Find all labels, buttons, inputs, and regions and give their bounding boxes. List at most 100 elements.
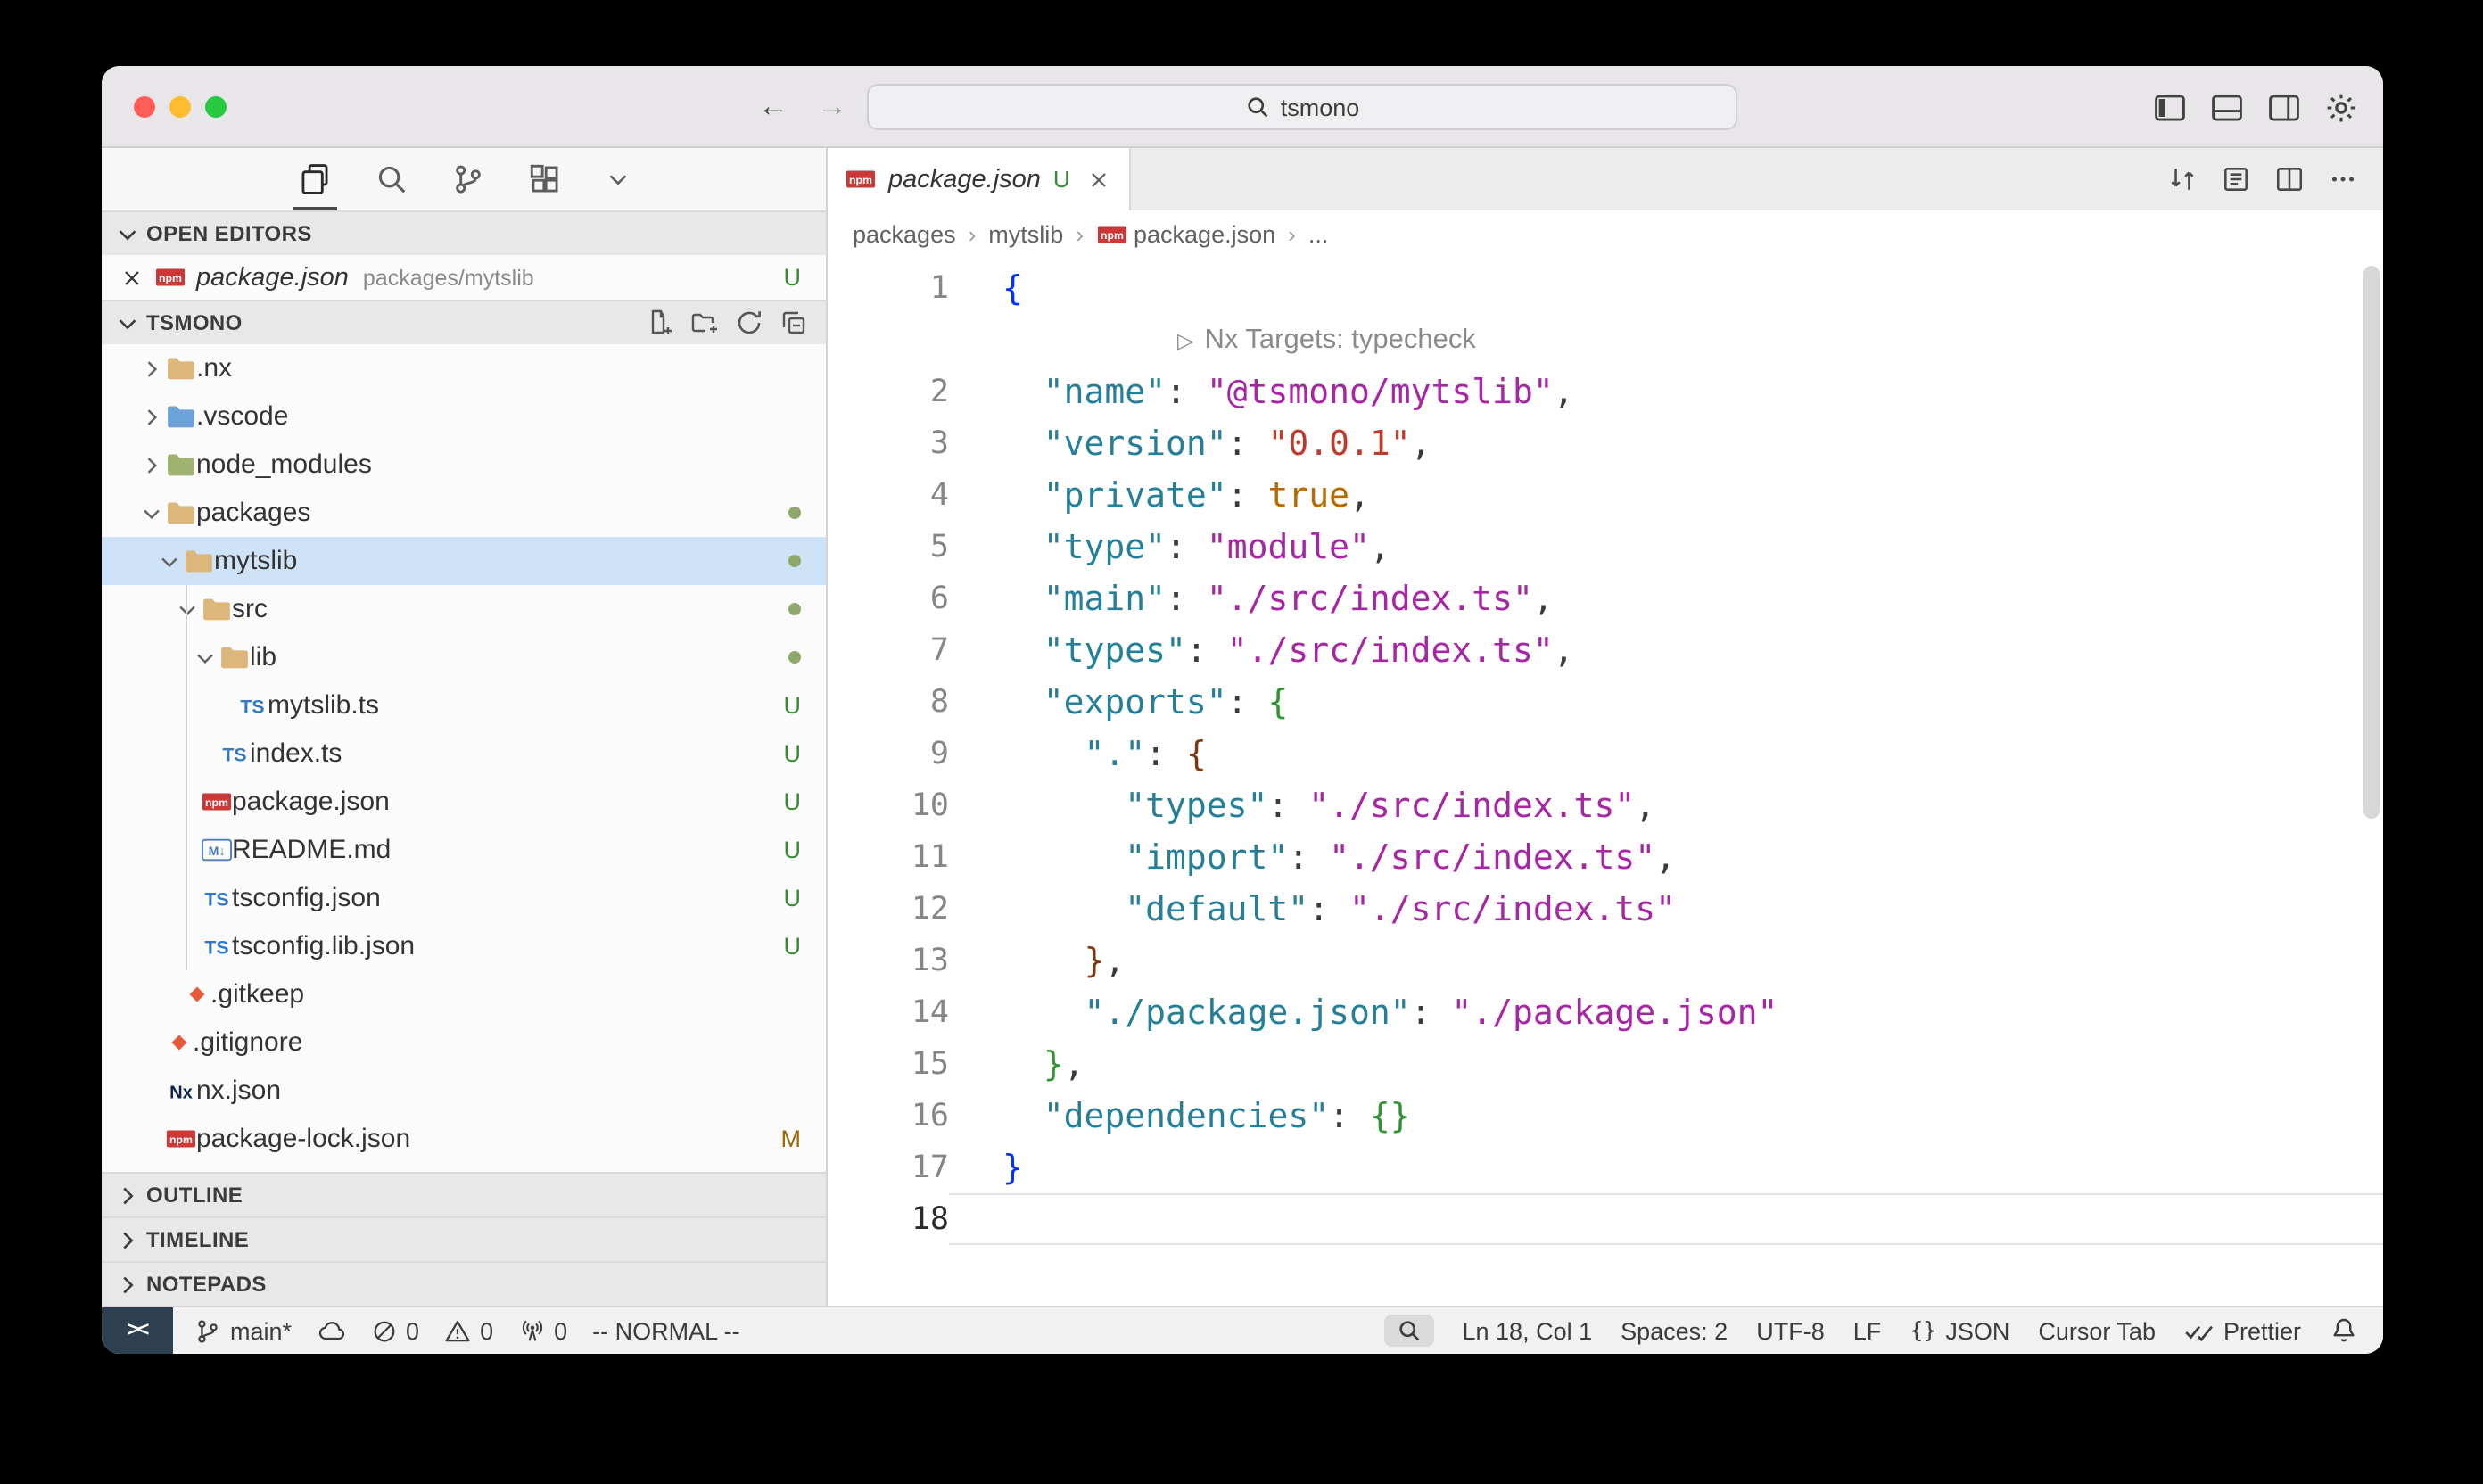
branch-status[interactable]: main* <box>194 1317 292 1344</box>
tree-item-package-lock.json[interactable]: npmpackage-lock.jsonM <box>102 1115 826 1163</box>
tree-item-src[interactable]: src <box>102 585 826 633</box>
close-tab-icon[interactable] <box>1086 167 1111 192</box>
chevron-expanded-icon[interactable] <box>137 500 166 525</box>
errors[interactable]: 0 <box>370 1317 419 1344</box>
editor-search[interactable] <box>1384 1315 1434 1347</box>
tree-item-.gitignore[interactable]: .gitignore <box>102 1018 826 1067</box>
formatter[interactable]: Prettier <box>2184 1315 2301 1346</box>
tab-package-json[interactable]: npm package.json U <box>828 148 1131 210</box>
refresh-icon[interactable] <box>735 309 763 337</box>
chevron-collapsed-icon[interactable] <box>137 404 166 429</box>
folder-icon <box>219 644 250 671</box>
code-line-12[interactable]: 12 "default": "./src/index.ts" <box>828 883 2383 935</box>
code-line-16[interactable]: 16 "dependencies": {} <box>828 1090 2383 1142</box>
code-line-2[interactable]: 2 "name": "@tsmono/mytslib", <box>828 366 2383 417</box>
new-file-icon[interactable] <box>646 309 674 337</box>
code-lens-nx-targets[interactable]: ▷Nx Targets: typecheck <box>1177 314 1476 366</box>
tree-item-mytslib.ts[interactable]: TSmytslib.tsU <box>102 681 826 730</box>
notifications[interactable] <box>2330 1316 2358 1345</box>
navigate-forward-icon[interactable]: → <box>817 86 847 127</box>
search-icon[interactable] <box>374 148 408 210</box>
command-center-search[interactable]: tsmono <box>867 84 1737 130</box>
tree-item-packages[interactable]: packages <box>102 489 826 537</box>
tree-item-tsconfig.json[interactable]: TStsconfig.jsonU <box>102 874 826 922</box>
code-line-3[interactable]: 3 "version": "0.0.1", <box>828 417 2383 469</box>
outline-header[interactable]: OUTLINE <box>102 1172 826 1216</box>
ports[interactable]: 0 <box>518 1317 567 1344</box>
chevron-down-icon[interactable] <box>604 148 631 210</box>
extensions-icon[interactable] <box>527 148 561 210</box>
tree-item-.vscode[interactable]: .vscode <box>102 392 826 441</box>
settings-gear-icon[interactable] <box>2324 90 2358 124</box>
code-line-7[interactable]: 7 "types": "./src/index.ts", <box>828 624 2383 676</box>
compare-changes-icon[interactable] <box>2167 164 2198 194</box>
encoding[interactable]: UTF-8 <box>1756 1317 1825 1344</box>
sync-status[interactable] <box>317 1316 345 1345</box>
chevron-expanded-icon[interactable] <box>173 597 202 622</box>
tree-item-.gitkeep[interactable]: .gitkeep <box>102 970 826 1018</box>
tree-item-lib[interactable]: lib <box>102 633 826 681</box>
cursor-position[interactable]: Ln 18, Col 1 <box>1463 1317 1593 1344</box>
open-preview-icon[interactable] <box>2221 164 2251 194</box>
toggle-primary-sidebar-icon[interactable] <box>2153 90 2187 124</box>
toggle-panel-icon[interactable] <box>2210 90 2244 124</box>
code-line-18[interactable]: 18 <box>828 1193 2383 1245</box>
tree-item-nx.json[interactable]: Nxnx.json <box>102 1067 826 1115</box>
language-mode[interactable]: {}JSON <box>1910 1317 2009 1344</box>
minimize-window-button[interactable] <box>169 96 191 118</box>
code-line-1[interactable]: 1{ <box>828 262 2383 314</box>
chevron-collapsed-icon[interactable] <box>137 356 166 381</box>
toggle-secondary-sidebar-icon[interactable] <box>2267 90 2301 124</box>
breadcrumb-item[interactable]: packages <box>853 220 956 247</box>
tree-item-mytslib[interactable]: mytslib <box>102 537 826 585</box>
code-editor[interactable]: 1{▷Nx Targets: typecheck2 "name": "@tsmo… <box>828 257 2383 1306</box>
code-line-10[interactable]: 10 "types": "./src/index.ts", <box>828 779 2383 831</box>
eol[interactable]: LF <box>1853 1317 1882 1344</box>
zoom-window-button[interactable] <box>205 96 227 118</box>
vim-mode[interactable]: -- NORMAL -- <box>592 1317 740 1344</box>
chevron-expanded-icon[interactable] <box>155 548 184 573</box>
close-editor-icon[interactable] <box>120 265 144 290</box>
tree-item-tsconfig.lib.json[interactable]: TStsconfig.lib.jsonU <box>102 922 826 970</box>
tree-item-node_modules[interactable]: node_modules <box>102 441 826 489</box>
code-line-11[interactable]: 11 "import": "./src/index.ts", <box>828 831 2383 883</box>
more-actions-icon[interactable] <box>2328 164 2358 194</box>
indentation[interactable]: Spaces: 2 <box>1621 1317 1728 1344</box>
code-line-8[interactable]: 8 "exports": { <box>828 676 2383 728</box>
breadcrumb-item[interactable]: mytslib <box>988 220 1063 247</box>
tree-item-README.md[interactable]: M↓README.mdU <box>102 826 826 874</box>
chevron-collapsed-icon[interactable] <box>137 452 166 477</box>
notepads-header[interactable]: NOTEPADS <box>102 1261 826 1306</box>
timeline-header[interactable]: TIMELINE <box>102 1216 826 1261</box>
code-line-9[interactable]: 9 ".": { <box>828 728 2383 779</box>
explorer-icon[interactable] <box>297 148 331 210</box>
breadcrumb-item[interactable]: ... <box>1308 220 1329 247</box>
remote-indicator[interactable]: >< <box>102 1307 173 1354</box>
chevron-expanded-icon[interactable] <box>191 645 219 670</box>
editor-scrollbar[interactable] <box>2363 266 2380 819</box>
code-line-17[interactable]: 17} <box>828 1142 2383 1193</box>
code-line-13[interactable]: 13 }, <box>828 935 2383 986</box>
open-editor-item[interactable]: npm package.json packages/mytslib U <box>102 255 826 300</box>
cursor-tab[interactable]: Cursor Tab <box>2038 1317 2156 1344</box>
code-line-15[interactable]: 15 }, <box>828 1038 2383 1090</box>
navigate-back-icon[interactable]: ← <box>758 86 788 127</box>
svg-text:npm: npm <box>849 174 872 186</box>
split-editor-icon[interactable] <box>2274 164 2305 194</box>
source-control-icon[interactable] <box>450 148 484 210</box>
close-window-button[interactable] <box>134 96 155 118</box>
code-line-5[interactable]: 5 "type": "module", <box>828 521 2383 573</box>
tree-item-index.ts[interactable]: TSindex.tsU <box>102 730 826 778</box>
tree-item-package.json[interactable]: npmpackage.jsonU <box>102 778 826 826</box>
outline-label: OUTLINE <box>146 1183 243 1208</box>
code-line-4[interactable]: 4 "private": true, <box>828 469 2383 521</box>
collapse-all-icon[interactable] <box>780 309 808 337</box>
new-folder-icon[interactable] <box>690 309 719 337</box>
project-header[interactable]: TSMONO <box>102 300 826 344</box>
tree-item-.nx[interactable]: .nx <box>102 344 826 392</box>
warnings[interactable]: 0 <box>444 1317 493 1344</box>
open-editors-header[interactable]: OPEN EDITORS <box>102 210 826 255</box>
code-line-6[interactable]: 6 "main": "./src/index.ts", <box>828 573 2383 624</box>
breadcrumb-item[interactable]: npm package.json <box>1096 220 1275 247</box>
code-line-14[interactable]: 14 "./package.json": "./package.json" <box>828 986 2383 1038</box>
